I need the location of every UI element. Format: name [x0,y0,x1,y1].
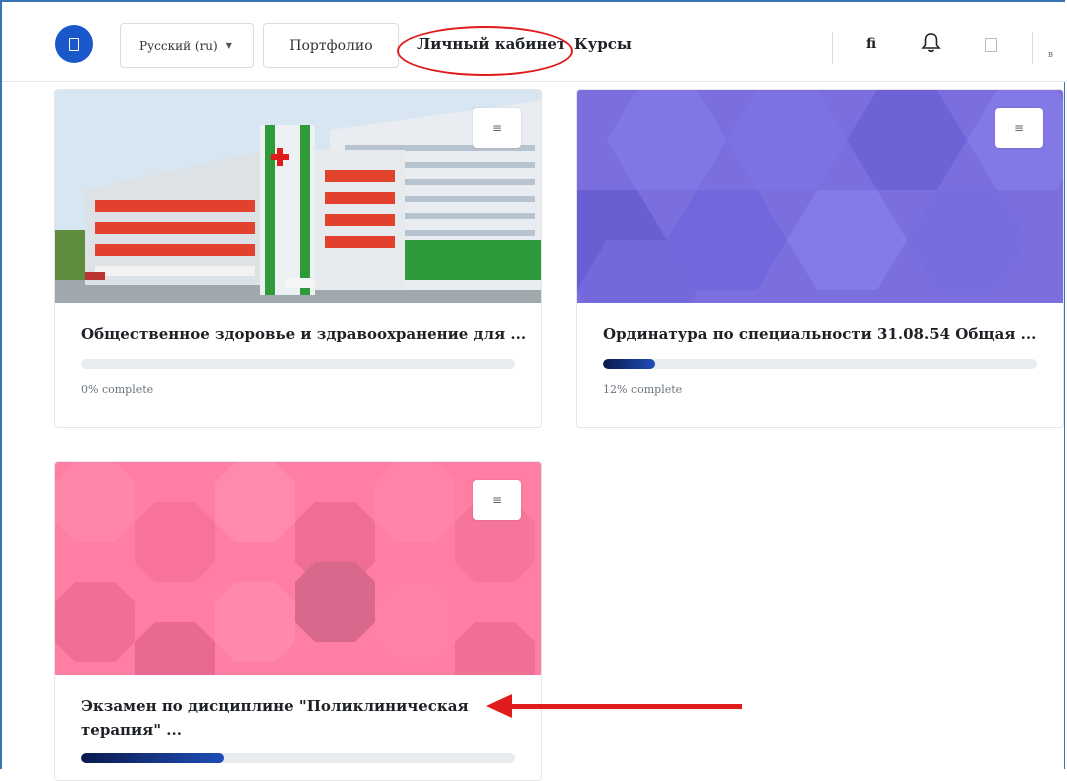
nav-divider [832,32,833,64]
language-selector[interactable]: Русский (ru) ▼ [120,23,254,68]
menu-lines-icon: ≡ [1013,121,1025,135]
logo-icon [69,37,79,51]
user-menu[interactable]: в [1048,50,1053,60]
portfolio-button[interactable]: Портфолио [263,23,399,68]
course-image[interactable]: ≡ [577,90,1063,303]
course-title-line: терапия" ... [81,721,182,739]
progress-text: 0% complete [81,383,154,396]
progress-text: 12% complete [603,383,683,396]
course-card[interactable]: ≡ Ординатура по специальности 31.08.54 О… [576,89,1064,428]
pink-octagon-pattern [55,462,541,675]
course-menu-button[interactable]: ≡ [473,108,521,148]
notifications-bell-icon[interactable] [921,32,941,58]
course-image[interactable]: ≡ [55,90,541,303]
top-navbar: Русский (ru) ▼ Портфолио Личный кабинет … [2,2,1065,82]
progress-fill [603,359,656,369]
portfolio-label: Портфолио [289,37,373,54]
progress-bar [81,359,515,369]
course-card[interactable]: ≡ Общественное здоровье и здравоохранени… [54,89,542,428]
course-image[interactable]: ≡ [55,462,541,675]
course-menu-button[interactable]: ≡ [473,480,521,520]
annotation-arrow-head [486,694,512,718]
menu-lines-icon: ≡ [491,121,503,135]
progress-fill [81,753,225,763]
course-title[interactable]: Экзамен по дисциплине "Поликлиническая т… [81,694,469,742]
course-title[interactable]: Ординатура по специальности 31.08.54 Общ… [603,322,1036,346]
messages-icon[interactable]: fi [866,36,876,52]
nav-divider-2 [1032,32,1033,64]
home-logo-button[interactable] [55,25,93,63]
course-menu-button[interactable]: ≡ [995,108,1043,148]
courses-link[interactable]: Курсы [574,35,632,53]
language-label: Русский (ru) [139,38,218,53]
progress-bar [603,359,1037,369]
hospital-building-image [55,90,541,303]
menu-lines-icon: ≡ [491,493,503,507]
chat-icon[interactable] [985,38,997,52]
progress-bar [81,753,515,763]
purple-hexagon-pattern [577,90,1063,303]
annotation-arrow-line [508,704,742,709]
course-title[interactable]: Общественное здоровье и здравоохранение … [81,322,526,346]
annotation-ellipse [397,26,573,76]
caret-down-icon: ▼ [225,41,232,50]
course-card[interactable]: ≡ Экзамен по дисциплине "Поликлиническая… [54,461,542,781]
course-title-line: Экзамен по дисциплине "Поликлиническая [81,697,469,715]
